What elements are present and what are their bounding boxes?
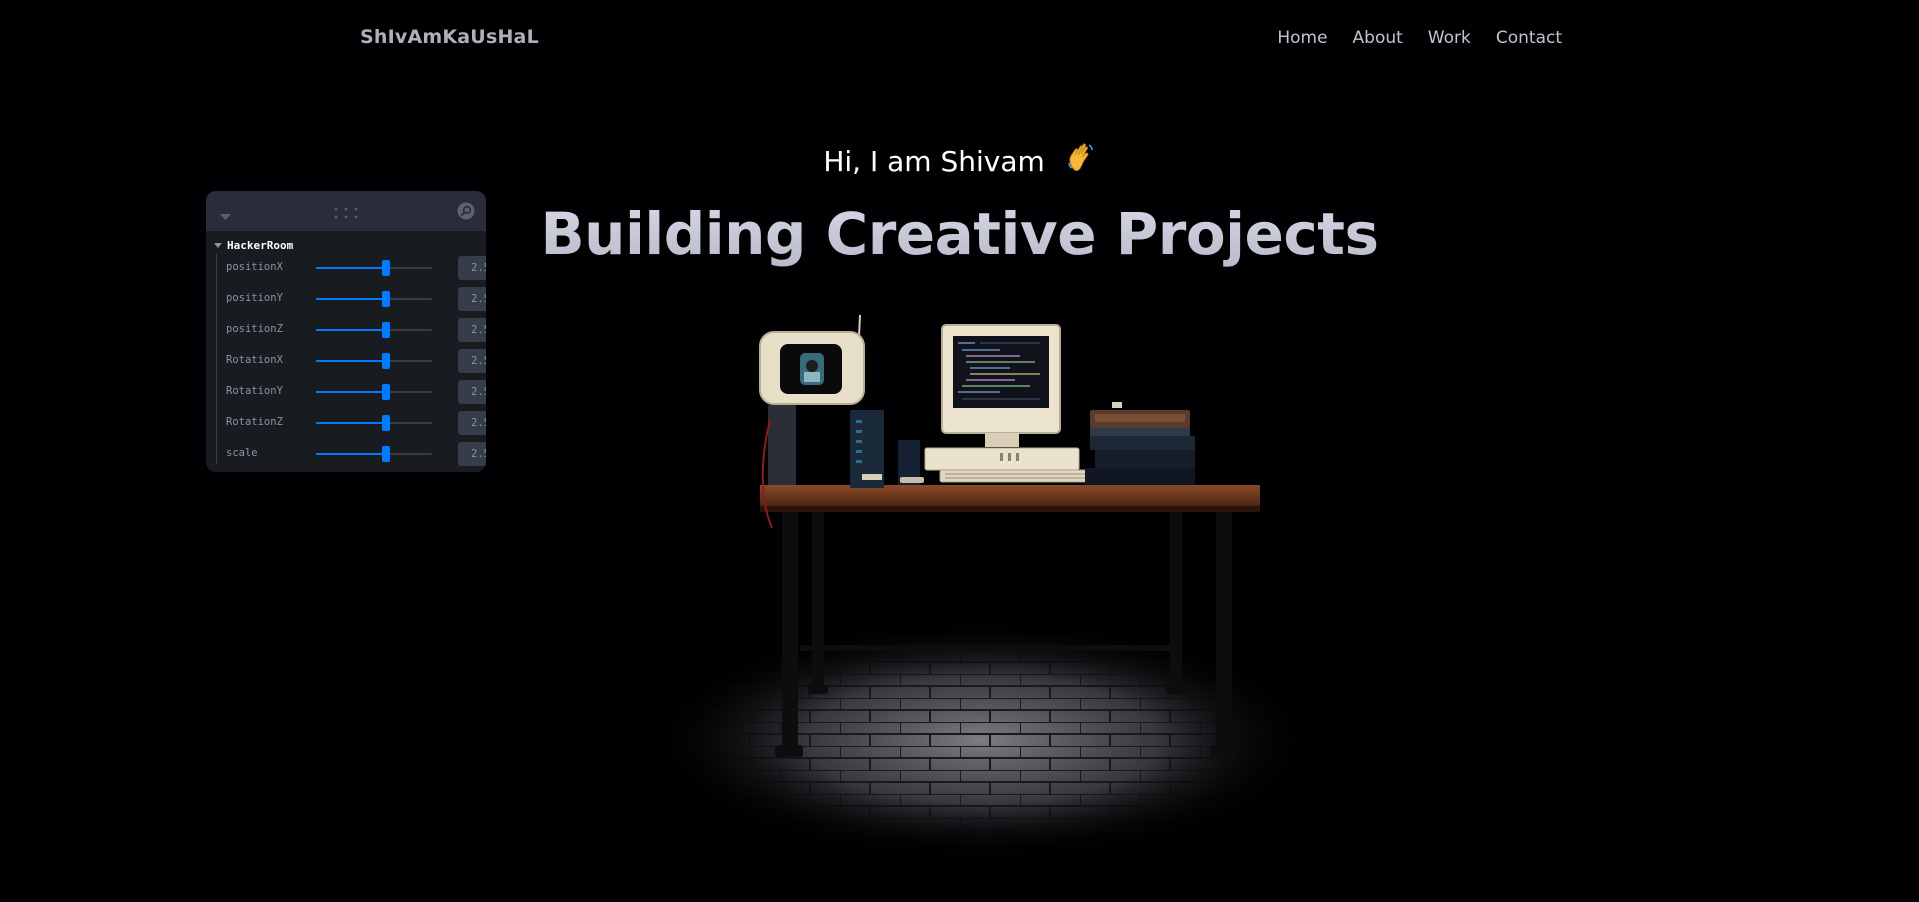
site-logo[interactable]: ShIvAmKaUsHaL: [360, 26, 539, 48]
navbar: ShIvAmKaUsHaL Home About Work Contact: [0, 0, 1919, 76]
floor-spotlight: [660, 625, 1310, 855]
waving-hand-icon: [1066, 142, 1096, 181]
drag-handle-icon[interactable]: [334, 205, 358, 224]
folder-name: HackerRoom: [227, 239, 294, 252]
folder-title[interactable]: HackerRoom: [214, 239, 293, 252]
slider-fill: [316, 267, 386, 269]
desk-top: [760, 485, 1260, 512]
slider-track[interactable]: [316, 260, 432, 276]
nav-work[interactable]: Work: [1428, 28, 1471, 48]
chevron-down-icon[interactable]: [220, 206, 231, 225]
control-value-input[interactable]: 2.5: [458, 256, 486, 280]
hacker-room-3d-scene[interactable]: [0, 290, 1919, 855]
control-label: positionX: [226, 261, 283, 273]
nav-about[interactable]: About: [1353, 28, 1403, 48]
nav-links: Home About Work Contact: [1277, 28, 1562, 48]
retro-tv: [759, 314, 865, 405]
search-icon[interactable]: [457, 202, 475, 224]
slider-thumb[interactable]: [381, 260, 390, 276]
hero-greeting-text: Hi, I am Shivam: [823, 145, 1045, 178]
panel-header[interactable]: [206, 191, 486, 231]
right-gadgets: [1085, 402, 1195, 485]
control-row-positionx: positionX 2.5: [226, 256, 486, 280]
hero-greeting: Hi, I am Shivam: [0, 142, 1919, 181]
retro-computer: [900, 324, 1091, 483]
nav-home[interactable]: Home: [1277, 28, 1327, 48]
chevron-down-icon[interactable]: [214, 242, 222, 249]
nav-contact[interactable]: Contact: [1496, 28, 1562, 48]
